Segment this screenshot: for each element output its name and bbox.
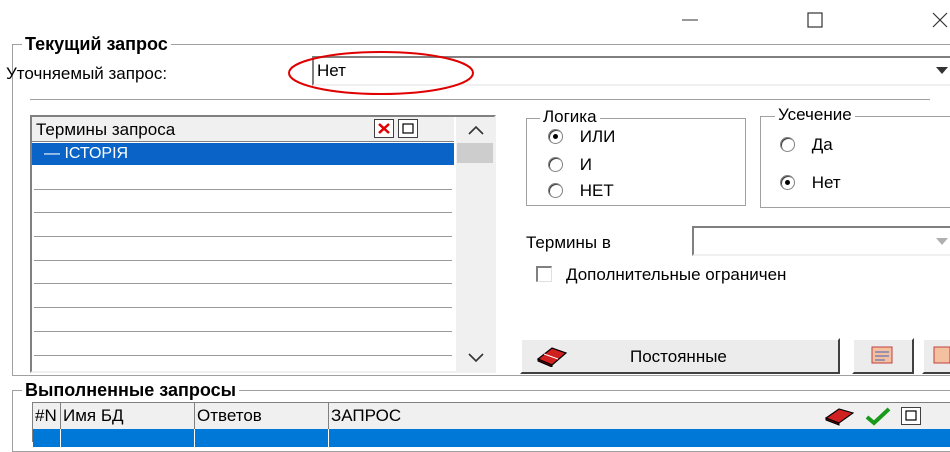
query-tool-2-icon	[933, 346, 950, 364]
list-row-line	[34, 355, 452, 356]
list-row-line	[34, 189, 452, 190]
col-header-n[interactable]: #N	[33, 403, 61, 429]
maximize-icon	[807, 12, 823, 28]
truncation-title: Усечение	[775, 105, 855, 125]
col-header-answers[interactable]: Ответов	[195, 403, 329, 429]
list-row-line	[34, 307, 452, 308]
radio-icon	[548, 157, 563, 173]
truncation-group	[760, 116, 950, 208]
eraser-icon	[824, 408, 855, 426]
scroll-down-icon[interactable]	[468, 353, 484, 363]
delete-x-icon	[378, 123, 390, 134]
logic-or-label: ИЛИ	[579, 126, 616, 146]
terms-header-divider	[32, 141, 454, 142]
query-tool-icon	[871, 346, 893, 364]
executed-table[interactable]: #N Имя БД Ответов ЗАПРОС	[32, 402, 950, 447]
current-query-title: Текущий запрос	[22, 34, 171, 54]
separator	[30, 99, 930, 101]
logic-and-label: И	[579, 154, 592, 174]
eraser-icon	[536, 347, 568, 367]
row-divider	[194, 429, 195, 447]
logic-not-label: НЕТ	[579, 180, 614, 200]
highlight-oval	[288, 51, 474, 95]
minimize-button[interactable]	[660, 0, 720, 40]
executed-title: Выполненные запросы	[22, 380, 239, 400]
list-row-line	[34, 331, 452, 332]
query-tool-button-2[interactable]	[922, 338, 950, 374]
terms-in-label: Термины в	[526, 233, 611, 252]
truncation-yes-label: Да	[811, 134, 833, 154]
logic-title: Логика	[540, 107, 600, 127]
executed-apply-button[interactable]	[863, 406, 893, 426]
blank-term-button[interactable]	[398, 119, 418, 138]
delete-term-button[interactable]	[374, 119, 394, 138]
logic-or-radio[interactable]: ИЛИ	[548, 126, 615, 147]
maximize-button[interactable]	[785, 0, 845, 40]
terms-scrollbar[interactable]	[456, 117, 494, 371]
radio-icon	[780, 137, 795, 153]
permanent-button[interactable]: Постоянные	[520, 338, 840, 374]
radio-icon	[548, 183, 563, 199]
list-row-line	[34, 283, 452, 284]
executed-clear-button[interactable]	[823, 406, 859, 426]
minimize-icon	[682, 19, 698, 21]
terms-in-dropdown-arrow-icon[interactable]	[935, 237, 949, 247]
list-row-line	[34, 260, 452, 261]
term-item-label: — ІСТОРІЯ	[44, 145, 129, 162]
extra-restrictions-checkbox[interactable]	[536, 266, 552, 282]
square-icon	[905, 410, 917, 421]
query-tool-button[interactable]	[852, 338, 914, 374]
terms-in-combo[interactable]	[692, 226, 950, 256]
close-icon	[932, 12, 948, 28]
checkmark-icon	[865, 407, 891, 426]
refine-dropdown-arrow-icon[interactable]	[935, 66, 949, 76]
close-button[interactable]	[910, 0, 950, 40]
permanent-button-label: Постоянные	[630, 347, 727, 366]
square-icon	[402, 123, 414, 134]
radio-icon	[548, 129, 563, 145]
list-row-line	[34, 236, 452, 237]
row-divider	[328, 429, 329, 447]
terms-list[interactable]: Термины запроса — ІСТОРІЯ	[30, 115, 496, 373]
truncation-no-label: Нет	[811, 172, 841, 192]
truncation-no-radio[interactable]: Нет	[780, 172, 841, 193]
refine-query-label: Уточняемый запрос:	[6, 64, 168, 83]
terms-header-label: Термины запроса	[36, 120, 176, 139]
logic-and-radio[interactable]: И	[548, 154, 592, 175]
terms-list-header: Термины запроса	[32, 117, 454, 142]
list-row-line	[34, 212, 452, 213]
term-item-selected[interactable]: — ІСТОРІЯ	[32, 143, 454, 165]
executed-blank-button[interactable]	[901, 407, 921, 425]
col-header-db-name[interactable]: Имя БД	[61, 403, 195, 429]
scroll-thumb[interactable]	[457, 143, 493, 163]
radio-icon	[780, 175, 795, 191]
executed-selected-row[interactable]	[33, 429, 950, 447]
logic-not-radio[interactable]: НЕТ	[548, 180, 614, 201]
truncation-yes-radio[interactable]: Да	[780, 134, 833, 155]
extra-restrictions-label: Дополнительные ограничен	[566, 265, 787, 284]
row-divider	[60, 429, 61, 447]
scroll-up-icon[interactable]	[468, 125, 484, 135]
